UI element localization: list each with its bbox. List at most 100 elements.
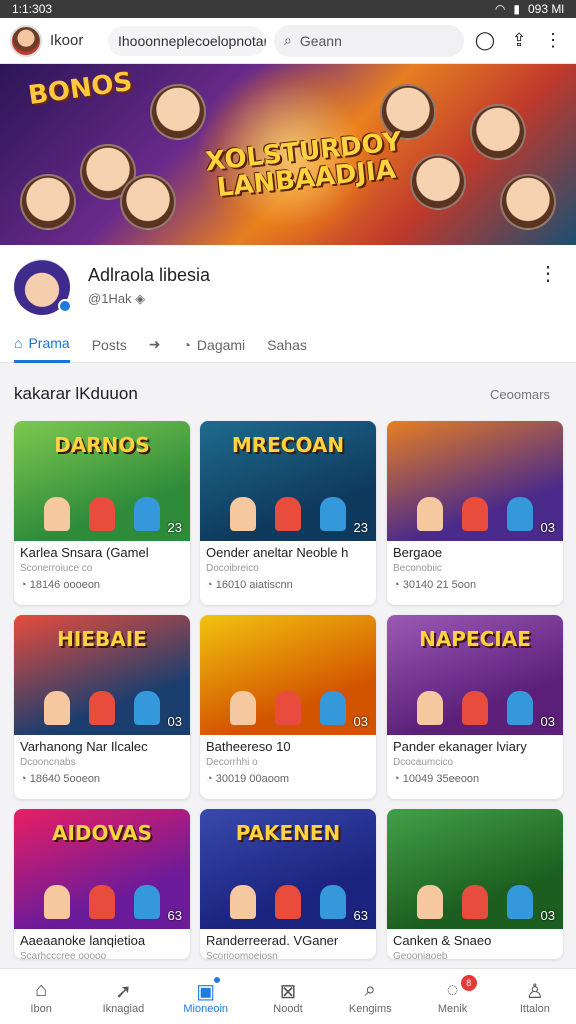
home-icon: ⌂ (14, 335, 23, 351)
search-icon: ⌕ (284, 32, 292, 48)
banner-character (150, 84, 206, 140)
thumbnail-character (507, 691, 533, 725)
nav-item-home[interactable]: ⌂ Ibon (0, 969, 82, 1024)
card-meta: ◔ 18640 5ooeon (20, 773, 101, 785)
close-box-icon: ⊠ (279, 980, 297, 1003)
game-thumbnail[interactable]: 03 (387, 809, 563, 929)
game-card[interactable]: PAKENEN 63 Randerreerad. VGaner Scorioomoei… (200, 809, 376, 959)
status-battery-text: 093 Ml (527, 2, 564, 16)
thumbnail-count: 63 (353, 908, 368, 923)
thumbnail-character (89, 691, 115, 725)
game-card[interactable]: NAPECIAE 03 Pander ekanager lviary Dcocaumc… (387, 615, 563, 799)
banner-character (120, 174, 176, 230)
paper-plane-icon: ➚ (115, 980, 132, 1003)
game-card[interactable]: DARNOS 23 Karlea Snsara (Gamel Sconerroiuce… (14, 421, 190, 605)
thumbnail-title-art: DARNOS (54, 433, 150, 457)
section-title: kakarar lKduuon (14, 384, 138, 403)
banner-character (20, 174, 76, 230)
thumbnail-character (44, 497, 70, 531)
url-field[interactable]: Ihooonneplecoelopnotaniorg (108, 25, 266, 56)
top-app-bar: Ikoor Ihooonneplecoelopnotaniorg ⌕ Geann… (0, 18, 576, 64)
chat-icon[interactable]: ◯ (472, 28, 498, 54)
home-icon: ⌂ (35, 978, 48, 1001)
game-card[interactable]: MRECOAN 23 Oender aneltar Neoble h Docoibre… (200, 421, 376, 605)
game-thumbnail[interactable]: NAPECIAE 03 (387, 615, 563, 735)
clock-icon: ◔ (20, 773, 30, 785)
clock-icon: ◔ (393, 773, 403, 785)
thumbnail-character (230, 885, 256, 919)
clock-icon: ◔ (393, 579, 403, 591)
game-card[interactable]: HIEBAIE 03 Varhanong Nar Ilcalec Dcooncnabs… (14, 615, 190, 799)
card-title: Oender aneltar Neoble h (206, 545, 349, 560)
nav-item-groups[interactable]: ▣ Mioneoin (165, 969, 247, 1024)
card-title: Pander ekanager lviary (393, 739, 527, 754)
user-icon: ♙ (525, 980, 544, 1003)
game-thumbnail[interactable]: PAKENEN 63 (200, 809, 376, 929)
thumbnail-character (417, 885, 443, 919)
profile-handle: @1Hak ◈ (88, 291, 146, 306)
card-title: Karlea Snsara (Gamel (20, 545, 149, 560)
thumbnail-count: 03 (353, 714, 368, 729)
thumbnail-character (230, 691, 256, 725)
share-icon[interactable]: ⇪ (506, 28, 532, 54)
card-title: Randerreerad. VGaner (206, 933, 339, 948)
game-card[interactable]: 03 Canken & Snaeo Geooniaoeb (387, 809, 563, 959)
status-bar: 1:1:303 ◠ ▮ 093 Ml (0, 0, 576, 18)
game-thumbnail[interactable]: 03 (387, 421, 563, 541)
thumbnail-character (417, 497, 443, 531)
account-avatar[interactable] (10, 24, 42, 57)
thumbnail-character (462, 885, 488, 919)
card-subtitle: Beconobiic (393, 563, 442, 574)
card-subtitle: Docoibreico (206, 563, 259, 574)
thumbnail-character (275, 691, 301, 725)
verified-icon (58, 299, 72, 313)
thumbnail-count: 23 (353, 520, 368, 535)
clock-icon: ◔ (20, 579, 30, 591)
thumbnail-title-art: MRECOAN (231, 433, 345, 457)
tab-sahas[interactable]: Sahas (267, 327, 307, 363)
thumbnail-title-art: AIDOVAS (52, 821, 152, 845)
game-thumbnail[interactable]: AIDOVAS 63 (14, 809, 190, 929)
nav-dot-badge (212, 975, 223, 985)
banner-top-text: BONOS (26, 66, 135, 112)
nav-item-send[interactable]: ➚ Iknagiad (82, 969, 164, 1024)
nav-item-search[interactable]: ⌕ Kengims (329, 969, 411, 1024)
game-thumbnail[interactable]: DARNOS 23 (14, 421, 190, 541)
thumbnail-count: 63 (167, 908, 182, 923)
profile-more-icon[interactable]: ⋮ (538, 261, 558, 286)
wifi-icon: ◠ (494, 2, 506, 16)
app-brand: Ikoor (50, 32, 84, 49)
game-thumbnail[interactable]: 03 (200, 615, 376, 735)
shield-icon: ◈ (135, 291, 146, 306)
game-thumbnail[interactable]: MRECOAN 23 (200, 421, 376, 541)
section-see-all-link[interactable]: Ceoomars (490, 387, 550, 402)
tab-prama[interactable]: ⌂ Prama (14, 327, 70, 363)
tab-posts[interactable]: Posts (92, 327, 127, 363)
thumbnail-count: 03 (167, 714, 182, 729)
card-subtitle: Scarhcccree ooooo (20, 951, 107, 959)
game-card[interactable]: 03 Batheereso 10 Decorrhhi o ◔ 30019 00aoom (200, 615, 376, 799)
nav-item-noodt[interactable]: ⊠ Noodt (247, 969, 329, 1024)
nav-item-messages[interactable]: 8 ◌ Menik (411, 969, 493, 1024)
game-card[interactable]: 03 Bergaoe Beconobiic ◔ 30140 21 5oon (387, 421, 563, 605)
thumbnail-character (507, 497, 533, 531)
nav-item-profile[interactable]: ♙ Ittalon (494, 969, 576, 1024)
clock-icon: ◔ (182, 336, 191, 353)
card-title: Varhanong Nar Ilcalec (20, 739, 148, 754)
game-thumbnail[interactable]: HIEBAIE 03 (14, 615, 190, 735)
thumbnail-character (134, 497, 160, 531)
search-input[interactable]: ⌕ Geann (274, 24, 464, 57)
thumbnail-character (417, 691, 443, 725)
card-subtitle: Decorrhhi o (206, 757, 258, 768)
search-icon: ⌕ (364, 978, 376, 1001)
clock-icon: ◔ (206, 579, 216, 591)
thumbnail-count: 03 (540, 714, 555, 729)
more-icon[interactable]: ⋮ (540, 28, 566, 54)
thumbnail-character (320, 497, 346, 531)
card-subtitle: Scorioomoeiosn (206, 951, 278, 959)
game-card[interactable]: AIDOVAS 63 Aaeaanoke lanqietioa Scarhcccree… (14, 809, 190, 959)
tab-dagami[interactable]: ◔ Dagami (182, 327, 245, 363)
card-subtitle: Dcocaumcico (393, 757, 454, 768)
status-indicators: ◠ ▮ 093 Ml (495, 2, 564, 16)
tab-share[interactable]: ➜ (149, 327, 161, 363)
